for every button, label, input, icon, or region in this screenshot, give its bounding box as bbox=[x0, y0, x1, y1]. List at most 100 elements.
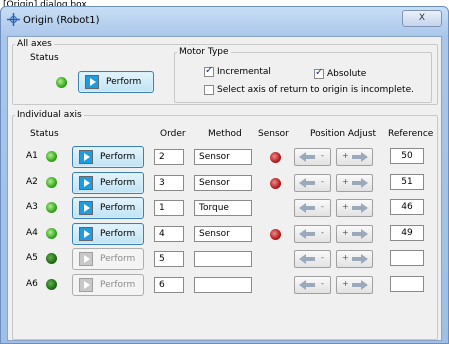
plus-sign: + bbox=[342, 177, 349, 186]
perform-axis-button[interactable]: Perform bbox=[72, 223, 144, 245]
minus-sign: - bbox=[321, 253, 324, 262]
method-field[interactable] bbox=[194, 251, 252, 267]
reference-field[interactable]: 51 bbox=[390, 174, 424, 190]
method-field[interactable] bbox=[194, 277, 252, 293]
adjust-minus-button[interactable]: - bbox=[294, 174, 331, 192]
axis-label: A6 bbox=[26, 279, 38, 289]
adjust-minus-button[interactable]: - bbox=[294, 276, 331, 294]
minus-sign: - bbox=[321, 279, 324, 288]
motor-type-legend: Motor Type bbox=[179, 47, 229, 57]
play-icon bbox=[79, 150, 93, 164]
incremental-checkbox[interactable]: Incremental bbox=[204, 65, 271, 77]
perform-all-button[interactable]: Perform bbox=[78, 71, 154, 93]
perform-axis-button[interactable]: Perform bbox=[72, 146, 144, 168]
arrow-left-icon bbox=[299, 229, 315, 239]
all-axes-status-led bbox=[56, 77, 67, 88]
minus-sign: - bbox=[321, 151, 324, 160]
checkbox-checked-icon bbox=[204, 65, 214, 77]
method-field[interactable]: Torque bbox=[194, 200, 252, 216]
dialog-body: All axes Status Perform Motor Type Incre… bbox=[7, 36, 442, 341]
perform-axis-label: Perform bbox=[100, 152, 136, 162]
axis-label: A1 bbox=[26, 151, 38, 161]
order-field[interactable]: 2 bbox=[154, 149, 184, 165]
perform-axis-button[interactable]: Perform bbox=[72, 197, 144, 219]
absolute-label: Absolute bbox=[327, 69, 367, 79]
reference-field[interactable]: 50 bbox=[390, 148, 424, 164]
adjust-minus-button[interactable]: - bbox=[294, 148, 331, 166]
order-field[interactable]: 6 bbox=[154, 277, 184, 293]
adjust-minus-button[interactable]: - bbox=[294, 225, 331, 243]
perform-axis-label: Perform bbox=[100, 229, 136, 239]
arrow-left-icon bbox=[299, 203, 315, 213]
axis-status-led bbox=[46, 202, 57, 213]
order-field[interactable]: 1 bbox=[154, 200, 184, 216]
arrow-left-icon bbox=[299, 254, 315, 264]
order-field[interactable]: 5 bbox=[154, 251, 184, 267]
order-field[interactable]: 4 bbox=[154, 226, 184, 242]
arrow-left-icon bbox=[299, 280, 315, 290]
arrow-left-icon bbox=[299, 178, 315, 188]
sensor-indicator bbox=[270, 178, 281, 189]
checkbox-checked-icon bbox=[314, 67, 324, 79]
adjust-plus-button[interactable]: + bbox=[336, 276, 373, 294]
axes-icon bbox=[7, 13, 20, 26]
window-title: Origin (Robot1) bbox=[23, 15, 100, 26]
axis-status-led bbox=[46, 177, 57, 188]
axis-status-led bbox=[46, 228, 57, 239]
order-field[interactable]: 3 bbox=[154, 175, 184, 191]
reference-field[interactable] bbox=[390, 276, 424, 292]
adjust-plus-button[interactable]: + bbox=[336, 174, 373, 192]
sensor-indicator bbox=[270, 229, 281, 240]
adjust-plus-button[interactable]: + bbox=[336, 250, 373, 268]
reference-field[interactable]: 49 bbox=[390, 225, 424, 241]
incomplete-label: Select axis of return to origin is incom… bbox=[217, 85, 414, 95]
arrow-right-icon bbox=[352, 203, 368, 213]
adjust-minus-button[interactable]: - bbox=[294, 199, 331, 217]
adjust-plus-button[interactable]: + bbox=[336, 148, 373, 166]
perform-axis-button[interactable]: Perform bbox=[72, 248, 144, 270]
perform-all-label: Perform bbox=[106, 77, 142, 87]
sensor-indicator bbox=[270, 152, 281, 163]
incomplete-checkbox[interactable]: Select axis of return to origin is incom… bbox=[204, 85, 414, 95]
axis-label: A2 bbox=[26, 177, 38, 187]
perform-axis-label: Perform bbox=[100, 280, 136, 290]
perform-axis-button[interactable]: Perform bbox=[72, 172, 144, 194]
adjust-plus-button[interactable]: + bbox=[336, 225, 373, 243]
close-button[interactable]: X bbox=[402, 10, 442, 27]
play-icon bbox=[85, 75, 99, 89]
arrow-right-icon bbox=[352, 229, 368, 239]
method-field[interactable]: Sensor bbox=[194, 175, 252, 191]
minus-sign: - bbox=[321, 228, 324, 237]
perform-axis-label: Perform bbox=[100, 178, 136, 188]
reference-field[interactable] bbox=[390, 250, 424, 266]
adjust-plus-button[interactable]: + bbox=[336, 199, 373, 217]
plus-sign: + bbox=[342, 253, 349, 262]
perform-axis-label: Perform bbox=[100, 203, 136, 213]
plus-sign: + bbox=[342, 279, 349, 288]
arrow-left-icon bbox=[299, 152, 315, 162]
axis-status-led bbox=[46, 151, 57, 162]
plus-sign: + bbox=[342, 202, 349, 211]
position-adjust-header: Position Adjust bbox=[310, 129, 377, 139]
minus-sign: - bbox=[321, 202, 324, 211]
perform-axis-label: Perform bbox=[100, 254, 136, 264]
checkbox-unchecked-icon bbox=[204, 85, 214, 95]
method-field[interactable]: Sensor bbox=[194, 226, 252, 242]
all-axes-legend: All axes bbox=[17, 39, 52, 49]
perform-axis-button[interactable]: Perform bbox=[72, 274, 144, 296]
reference-header: Reference bbox=[388, 129, 434, 139]
method-field[interactable]: Sensor bbox=[194, 149, 252, 165]
adjust-minus-button[interactable]: - bbox=[294, 250, 331, 268]
axis-label: A5 bbox=[26, 253, 38, 263]
play-icon bbox=[79, 227, 93, 241]
absolute-checkbox[interactable]: Absolute bbox=[314, 67, 367, 79]
axis-label: A3 bbox=[26, 202, 38, 212]
reference-field[interactable]: 46 bbox=[390, 199, 424, 215]
axis-status-led bbox=[46, 253, 57, 264]
origin-dialog: Origin (Robot1) X All axes Status Perfor… bbox=[0, 6, 449, 344]
play-icon bbox=[79, 278, 93, 292]
sensor-header: Sensor bbox=[258, 129, 289, 139]
all-axes-status-label: Status bbox=[30, 53, 59, 63]
arrow-right-icon bbox=[352, 254, 368, 264]
minus-sign: - bbox=[321, 177, 324, 186]
